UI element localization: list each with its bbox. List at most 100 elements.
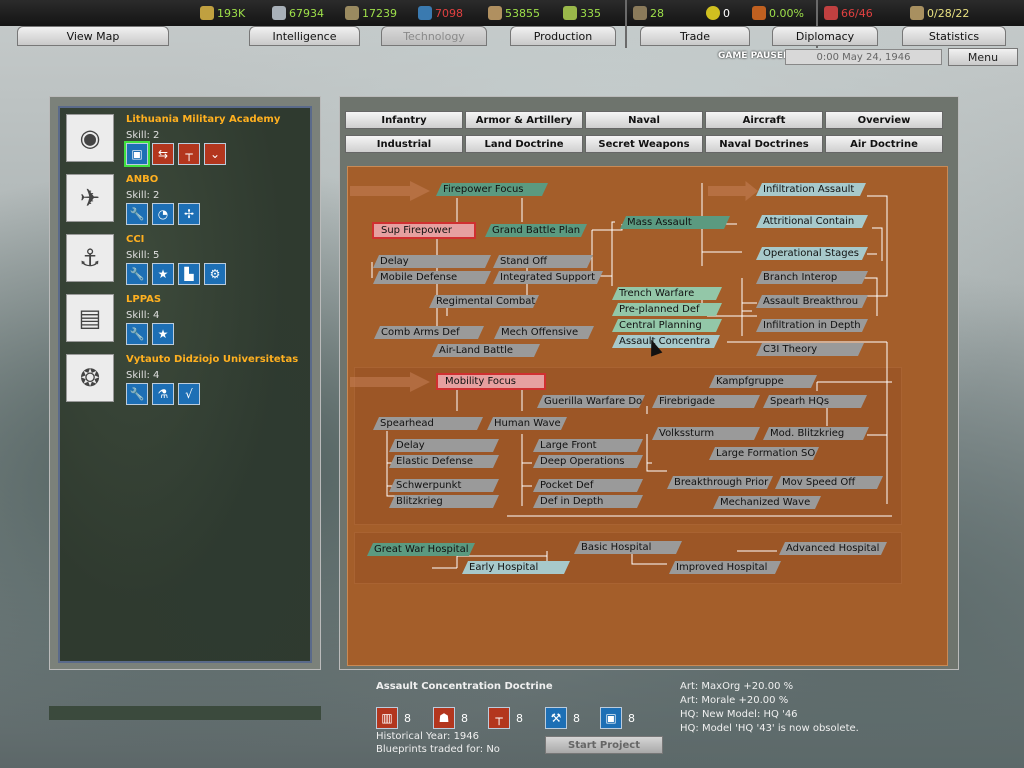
tab-land-doctrine[interactable]: Land Doctrine — [465, 135, 583, 153]
tab-diplomacy[interactable]: Diplomacy — [772, 26, 878, 46]
tech-node[interactable]: Mechanized Wave — [713, 496, 821, 509]
tab-naval-doctrines[interactable]: Naval Doctrines — [705, 135, 823, 153]
tactics-icon: ⇆ — [152, 143, 174, 165]
tab-production[interactable]: Production — [510, 26, 616, 46]
tech-node[interactable]: Operational Stages — [756, 247, 868, 260]
game-paused-label: GAME PAUSED — [718, 51, 791, 61]
blueprints-traded: Blueprints traded for: No — [376, 744, 500, 755]
left-panel-footer — [49, 706, 321, 720]
tech-node[interactable]: Human Wave — [487, 417, 567, 430]
tech-node[interactable]: C3I Theory — [756, 343, 864, 356]
tech-node[interactable]: Comb Arms Def — [374, 326, 484, 339]
tech-node[interactable]: Grand Battle Plan — [485, 224, 587, 237]
tech-node[interactable]: Branch Interop — [756, 271, 868, 284]
theory-icon: ▣ — [124, 141, 150, 167]
tech-node[interactable]: Assault Breakthrou — [756, 295, 868, 308]
tech-node[interactable]: Mass Assault — [620, 216, 730, 229]
team-logo-icon: ❂ — [66, 354, 114, 402]
tech-node[interactable]: Elastic Defense — [389, 455, 499, 468]
research-teams-panel: ◉ Lithuania Military Academy Skill: 2 ▣ … — [49, 96, 321, 670]
tech-node[interactable]: Firebrigade — [652, 395, 760, 408]
tech-node[interactable]: Early Hospital — [462, 561, 570, 574]
transport-icon — [824, 6, 838, 20]
tech-node[interactable]: Integrated Support — [493, 271, 603, 284]
tab-industrial[interactable]: Industrial — [345, 135, 463, 153]
tech-node[interactable]: Delay — [389, 439, 499, 452]
tech-node[interactable]: Mod. Blitzkrieg — [763, 427, 869, 440]
doctrine-cost-icon: ▣ — [600, 707, 622, 729]
tech-node[interactable]: Attritional Contain — [756, 215, 868, 228]
tech-node[interactable]: Schwerpunkt — [389, 479, 499, 492]
team-item[interactable]: ✈ ANBO Skill: 2 🔧 ◔ ✢ — [66, 174, 306, 234]
tab-secret-weapons[interactable]: Secret Weapons — [585, 135, 703, 153]
tech-node[interactable]: Pocket Def — [533, 479, 643, 492]
tab-statistics[interactable]: Statistics — [902, 26, 1006, 46]
tech-node[interactable]: Volkssturm — [652, 427, 760, 440]
metal-icon — [272, 6, 286, 20]
tech-node[interactable]: Breakthrough Prior — [667, 476, 773, 489]
game-date[interactable]: 0:00 May 24, 1946 — [785, 49, 942, 65]
tech-node[interactable]: Improved Hospital — [669, 561, 781, 574]
tab-naval[interactable]: Naval — [585, 111, 703, 129]
tech-node[interactable]: Spearh HQs — [763, 395, 867, 408]
tech-node[interactable]: Advanced Hospital — [779, 542, 887, 555]
tech-node[interactable]: Stand Off — [493, 255, 593, 268]
tech-node[interactable]: Air-Land Battle — [432, 344, 540, 357]
tab-aircraft[interactable]: Aircraft — [705, 111, 823, 129]
wrench-icon: 🔧 — [126, 383, 148, 405]
team-item[interactable]: ▤ LPPAS Skill: 4 🔧 ★ — [66, 294, 306, 354]
tech-node[interactable]: Infiltration in Depth — [756, 319, 868, 332]
tab-trade[interactable]: Trade — [640, 26, 750, 46]
team-logo-icon: ▤ — [66, 294, 114, 342]
flask-icon: ⚗ — [152, 383, 174, 405]
tech-node[interactable]: Large Front — [533, 439, 643, 452]
tech-node[interactable]: Great War Hospital — [367, 543, 475, 556]
tech-effect: HQ: Model 'HQ '43' is now obsolete. — [680, 723, 859, 734]
tree-connectors — [371, 183, 892, 569]
tab-air-doctrine[interactable]: Air Doctrine — [825, 135, 943, 153]
tech-node-selected-path[interactable]: Mobility Focus — [436, 373, 546, 390]
organization-cost-icon: ┬ — [488, 707, 510, 729]
tech-node[interactable]: Large Formation SO — [709, 447, 819, 460]
star-icon: ★ — [152, 323, 174, 345]
menu-button[interactable]: Menu — [948, 48, 1018, 66]
tech-node-selected-path[interactable]: Sup Firepower — [372, 222, 476, 239]
tab-view-map[interactable]: View Map — [17, 26, 169, 46]
tech-node[interactable]: Spearhead — [373, 417, 483, 430]
tech-node[interactable]: Pre-planned Def — [612, 303, 722, 316]
cost-doctrine: ▣ 8 — [600, 707, 635, 729]
tech-node[interactable]: Kampfgruppe — [709, 375, 817, 388]
tab-infantry[interactable]: Infantry — [345, 111, 463, 129]
tab-armor-artillery[interactable]: Armor & Artillery — [465, 111, 583, 129]
tech-node[interactable]: Delay — [373, 255, 491, 268]
resource-energy: 193K — [200, 5, 245, 21]
soldier-cost-icon: ☗ — [433, 707, 455, 729]
team-item[interactable]: ⚓ CCI Skill: 5 🔧 ★ ▙ ⚙ — [66, 234, 306, 294]
team-skill: Skill: 2 — [126, 190, 160, 201]
tech-node[interactable]: Blitzkrieg — [389, 495, 499, 508]
tech-node[interactable]: Mov Speed Off — [775, 476, 883, 489]
team-item[interactable]: ❂ Vytauto Didziojo Universitetas Skill: … — [66, 354, 306, 414]
tech-node[interactable]: Mobile Defense — [373, 271, 491, 284]
tech-node[interactable]: Def in Depth — [533, 495, 643, 508]
nuclear-icon — [706, 6, 720, 20]
team-item[interactable]: ◉ Lithuania Military Academy Skill: 2 ▣ … — [66, 114, 306, 174]
rare-materials-icon — [345, 6, 359, 20]
tech-node[interactable]: Trench Warfare — [612, 287, 722, 300]
tech-node[interactable]: Mech Offensive — [494, 326, 594, 339]
tab-technology[interactable]: Technology — [381, 26, 487, 46]
tech-node[interactable]: Central Planning — [612, 319, 722, 332]
tech-node[interactable]: Deep Operations — [533, 455, 643, 468]
tech-node[interactable]: Infiltration Assault — [756, 183, 866, 196]
tech-effect: Art: Morale +20.00 % — [680, 695, 789, 706]
tab-intelligence[interactable]: Intelligence — [249, 26, 360, 46]
selected-tech-title: Assault Concentration Doctrine — [376, 681, 553, 692]
tech-node-selected[interactable]: Assault Concentra — [612, 335, 720, 348]
tech-node[interactable]: Regimental Combat — [429, 295, 539, 308]
start-project-button[interactable]: Start Project — [545, 736, 663, 754]
tech-effect: Art: MaxOrg +20.00 % — [680, 681, 794, 692]
tech-node[interactable]: Firepower Focus — [436, 183, 548, 196]
tech-node[interactable]: Guerilla Warfare Do — [537, 395, 645, 408]
tech-node[interactable]: Basic Hospital — [574, 541, 682, 554]
tab-overview[interactable]: Overview — [825, 111, 943, 129]
